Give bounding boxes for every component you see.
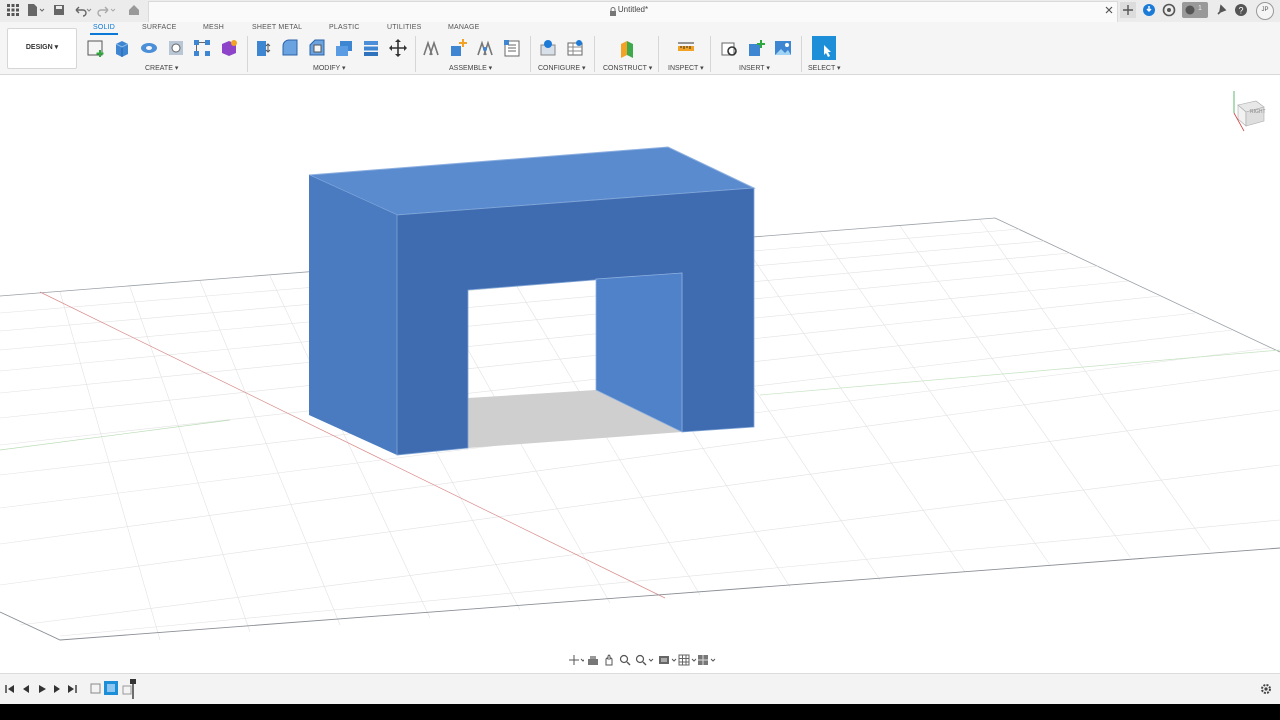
job-status-icon[interactable] [1142,3,1156,17]
screen-bottom-edge [0,704,1280,720]
zoom-icon[interactable] [619,654,631,666]
create-form-icon[interactable] [219,38,239,58]
modify-group-label[interactable]: MODIFY ▾ [313,64,346,72]
title-bar: Untitled* 1 ? JP [0,0,1280,23]
notifications-icon[interactable] [1214,3,1228,17]
svg-text:?: ? [1238,6,1243,16]
extrude-icon[interactable] [112,38,132,58]
pan-icon[interactable] [603,654,615,666]
sketch-feature-icon[interactable] [90,682,102,694]
toolbar-separator [658,36,659,72]
revolve-icon[interactable] [139,38,159,58]
hole-icon[interactable] [166,38,186,58]
pattern-icon[interactable] [192,38,212,58]
select-group-label[interactable]: SELECT ▾ [808,64,841,72]
document-tab[interactable]: Untitled* [148,1,1118,22]
grid-settings-icon[interactable] [678,654,698,666]
play-icon[interactable] [37,684,47,694]
new-tab-icon[interactable] [1120,2,1136,18]
close-tab-icon[interactable] [1104,3,1114,17]
viewcube[interactable]: RIGHT [1228,87,1268,132]
construct-group-label[interactable]: CONSTRUCT ▾ [603,64,652,72]
toolbar-separator [594,36,595,72]
toolbar-separator [247,36,248,72]
toolbar-separator [530,36,531,72]
apps-grid-icon[interactable] [6,3,20,17]
tab-surface[interactable]: SURFACE [142,24,176,31]
measure-icon[interactable] [676,38,696,58]
timeline-marker-icon[interactable] [122,679,138,699]
toolbar-separator [710,36,711,72]
redo-icon[interactable] [97,3,117,17]
file-menu-icon[interactable] [26,3,46,17]
next-step-icon[interactable] [52,684,62,694]
canvas-scene [0,146,1280,641]
look-at-icon[interactable] [587,654,599,666]
first-step-icon[interactable] [5,684,15,694]
insert-derive-icon[interactable] [719,38,739,58]
toolbar-separator [415,36,416,72]
design-canvas[interactable]: RIGHT [0,75,1280,673]
as-built-joint-icon[interactable] [475,38,495,58]
insert-canvas-icon[interactable] [773,38,793,58]
bill-of-materials-icon[interactable] [502,38,522,58]
workspace-switcher-button[interactable]: DESIGN ▾ [7,28,77,69]
create-sketch-icon[interactable] [86,38,106,58]
new-component-icon[interactable] [421,38,441,58]
display-settings-icon[interactable] [658,654,678,666]
previous-step-icon[interactable] [21,684,31,694]
notification-count: 1 [1198,5,1202,12]
assemble-group-label[interactable]: ASSEMBLE ▾ [449,64,492,72]
press-pull-icon[interactable] [253,38,273,58]
fillet-icon[interactable] [280,38,300,58]
combine-icon[interactable] [361,38,381,58]
clock-icon [1185,5,1195,15]
viewcube-face-label: RIGHT [1250,109,1266,115]
select-icon[interactable] [812,36,836,60]
joint-icon[interactable] [448,38,468,58]
chamfer-icon[interactable] [307,38,327,58]
insert-mesh-icon[interactable] [746,38,766,58]
timeline-bar [0,673,1280,705]
document-title: Untitled* [617,5,649,14]
last-step-icon[interactable] [67,684,77,694]
zoom-window-icon[interactable] [635,654,655,666]
offset-plane-icon[interactable] [617,38,637,58]
tab-utilities[interactable]: UTILITIES [387,24,421,31]
shell-icon[interactable] [334,38,354,58]
tab-manage[interactable]: MANAGE [448,24,480,31]
toolbar-separator [801,36,802,72]
configure-table-icon[interactable] [565,38,585,58]
help-icon[interactable]: ? [1234,3,1248,17]
inspect-group-label[interactable]: INSPECT ▾ [668,64,704,72]
insert-group-label[interactable]: INSERT ▾ [739,64,770,72]
tab-sheet-metal[interactable]: SHEET METAL [252,24,302,31]
navigation-bar [566,652,716,668]
parameters-icon[interactable] [538,38,558,58]
configure-group-label[interactable]: CONFIGURE ▾ [538,64,585,72]
user-avatar[interactable]: JP [1256,2,1274,20]
tab-plastic[interactable]: PLASTIC [329,24,360,31]
move-copy-icon[interactable] [388,38,408,58]
save-icon[interactable] [52,3,66,17]
tab-solid[interactable]: SOLID [93,24,115,31]
viewports-icon[interactable] [697,654,717,666]
orbit-icon[interactable] [568,654,584,666]
tab-mesh[interactable]: MESH [203,24,224,31]
extensions-icon[interactable] [1162,3,1176,17]
undo-icon[interactable] [73,3,93,17]
create-group-label[interactable]: CREATE ▾ [145,64,178,72]
home-icon[interactable] [127,3,141,17]
extrude-feature-icon[interactable] [104,681,118,695]
notification-badge[interactable]: 1 [1182,2,1208,18]
toolbar-ribbon: SOLID SURFACE MESH SHEET METAL PLASTIC U… [0,22,1280,75]
active-tab-indicator [90,33,118,35]
timeline-settings-icon[interactable] [1260,683,1272,695]
